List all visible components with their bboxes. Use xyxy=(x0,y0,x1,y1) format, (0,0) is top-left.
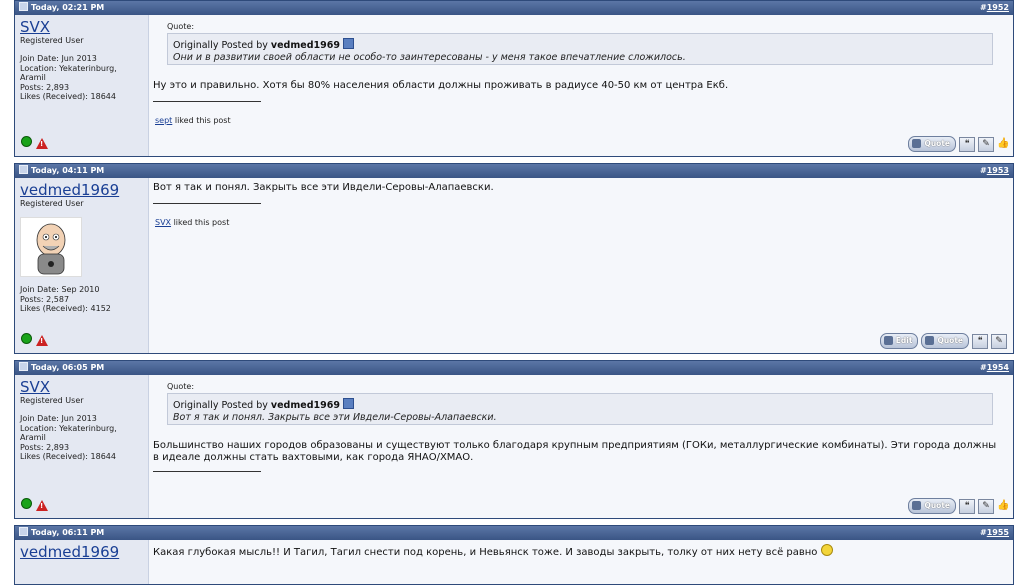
view-post-arrow-icon[interactable] xyxy=(342,38,354,49)
username-link[interactable]: SVX xyxy=(20,378,50,396)
liked-text: liked this post xyxy=(174,116,231,125)
quote-text: Вот я так и понял. Закрыть все эти Ивдел… xyxy=(173,412,497,423)
post-number: #1953 xyxy=(980,166,1009,175)
quote-prefix: Originally Posted by xyxy=(173,40,268,51)
post-permalink[interactable]: 1953 xyxy=(987,166,1009,175)
post-1953: Today, 04:11 PM #1953 vedmed1969 Registe… xyxy=(14,163,1014,354)
liked-user-link[interactable]: sept xyxy=(155,116,172,125)
post-message: Какая глубокая мысль!! И Тагил, Тагил сн… xyxy=(153,544,1001,559)
likes-received: Likes (Received): 18644 xyxy=(20,452,116,461)
user-info: SVX Registered User Join Date: Jun 2013 … xyxy=(15,375,149,518)
post-1954: Today, 06:05 PM #1954 SVX Registered Use… xyxy=(14,360,1014,519)
quick-reply-icon[interactable]: ✎ xyxy=(991,333,1007,349)
join-date: Join Date: Jun 2013 xyxy=(20,414,97,423)
join-date: Join Date: Jun 2013 xyxy=(20,54,97,63)
quote-button[interactable]: Quote xyxy=(921,333,969,349)
post-count: Posts: 2,893 xyxy=(20,82,70,92)
post-message: Вот я так и понял. Закрыть все эти Ивдел… xyxy=(153,182,494,193)
liked-user-link[interactable]: SVX xyxy=(155,218,171,227)
post-header: Today, 06:11 PM #1955 xyxy=(15,526,1013,540)
likes-received: Likes (Received): 4152 xyxy=(20,304,111,313)
user-title: Registered User xyxy=(20,36,84,45)
liked-line: SVX liked this post xyxy=(155,218,229,227)
quote-label: Quote: xyxy=(167,382,195,391)
online-status-icon xyxy=(21,333,32,344)
liked-text: liked this post xyxy=(173,218,230,227)
multi-quote-icon[interactable]: ❝ xyxy=(959,136,975,152)
post-actions: Edit Quote ❝ ✎ xyxy=(879,333,1007,349)
post-count: Posts: 2,587 xyxy=(20,294,70,304)
user-title: Registered User xyxy=(20,396,84,405)
quote-text: Они и в развитии своей области не особо-… xyxy=(173,52,686,63)
post-1952: Today, 02:21 PM #1952 SVX Registered Use… xyxy=(14,0,1014,157)
post-date: Today, 04:11 PM xyxy=(19,164,104,178)
quote-label: Quote: xyxy=(167,22,195,31)
quote-box: Originally Posted by vedmed1969 Вот я та… xyxy=(167,393,993,425)
report-post-icon[interactable] xyxy=(36,335,48,346)
signature-divider xyxy=(153,101,261,102)
post-header: Today, 06:05 PM #1954 xyxy=(15,361,1013,375)
post-date: Today, 06:05 PM xyxy=(19,361,104,375)
multi-quote-icon[interactable]: ❝ xyxy=(959,498,975,514)
post-permalink[interactable]: 1955 xyxy=(987,528,1009,537)
post-content: Quote: Originally Posted by vedmed1969 В… xyxy=(153,375,1009,518)
post-number: #1952 xyxy=(980,3,1009,12)
post-date: Today, 02:21 PM xyxy=(19,1,104,15)
post-permalink[interactable]: 1954 xyxy=(987,363,1009,372)
post-1955: Today, 06:11 PM #1955 vedmed1969 Какая г… xyxy=(14,525,1014,585)
post-content: Quote: Originally Posted by vedmed1969 О… xyxy=(153,15,1009,156)
like-thumb-icon[interactable]: 👍 xyxy=(997,500,1009,512)
smiley-icon xyxy=(820,544,833,556)
location: Location: Yekaterinburg, Aramil xyxy=(20,63,117,83)
user-stats: Join Date: Jun 2013 Location: Yekaterinb… xyxy=(20,54,140,102)
post-header: Today, 04:11 PM #1953 xyxy=(15,164,1013,178)
user-stats: Join Date: Sep 2010 Posts: 2,587 Likes (… xyxy=(20,285,140,314)
post-actions: Quote ❝ ✎ 👍 xyxy=(908,136,1009,152)
post-count: Posts: 2,893 xyxy=(20,442,70,452)
quote-box: Originally Posted by vedmed1969 Они и в … xyxy=(167,33,993,65)
quote-author: vedmed1969 xyxy=(270,400,340,411)
user-stats: Join Date: Jun 2013 Location: Yekaterinb… xyxy=(20,414,140,462)
avatar[interactable] xyxy=(20,217,82,277)
post-number: #1954 xyxy=(980,363,1009,372)
likes-received: Likes (Received): 18644 xyxy=(20,92,116,101)
username-link[interactable]: vedmed1969 xyxy=(20,181,119,199)
quick-reply-icon[interactable]: ✎ xyxy=(978,498,994,514)
post-message-text: Какая глубокая мысль!! И Тагил, Тагил сн… xyxy=(153,547,818,558)
post-date: Today, 06:11 PM xyxy=(19,526,104,540)
username-link[interactable]: SVX xyxy=(20,18,50,36)
signature-divider xyxy=(153,471,261,472)
user-info: SVX Registered User Join Date: Jun 2013 … xyxy=(15,15,149,156)
quick-reply-icon[interactable]: ✎ xyxy=(978,136,994,152)
report-post-icon[interactable] xyxy=(36,138,48,149)
view-post-arrow-icon[interactable] xyxy=(342,398,354,409)
like-thumb-icon[interactable]: 👍 xyxy=(997,138,1009,150)
post-content: Вот я так и понял. Закрыть все эти Ивдел… xyxy=(153,178,1007,353)
user-info: vedmed1969 Registered User Join Date: Se… xyxy=(15,178,149,353)
liked-line: sept liked this post xyxy=(155,116,231,125)
post-message: Ну это и правильно. Хотя бы 80% населени… xyxy=(153,80,729,91)
signature-divider xyxy=(153,203,261,204)
post-number: #1955 xyxy=(980,528,1009,537)
quote-button[interactable]: Quote xyxy=(908,498,956,514)
user-info: vedmed1969 xyxy=(15,540,149,584)
online-status-icon xyxy=(21,136,32,147)
report-post-icon[interactable] xyxy=(36,500,48,511)
post-header: Today, 02:21 PM #1952 xyxy=(15,1,1013,15)
post-actions: Quote ❝ ✎ 👍 xyxy=(908,498,1009,514)
avatar-image xyxy=(21,218,81,276)
post-content: Какая глубокая мысль!! И Тагил, Тагил сн… xyxy=(153,540,1007,584)
location: Location: Yekaterinburg, Aramil xyxy=(20,423,117,443)
post-permalink[interactable]: 1952 xyxy=(987,3,1009,12)
edit-button[interactable]: Edit xyxy=(879,333,919,349)
quote-author: vedmed1969 xyxy=(270,40,340,51)
post-message: Большинство наших городов образованы и с… xyxy=(153,440,997,463)
user-title: Registered User xyxy=(20,199,84,208)
quote-button[interactable]: Quote xyxy=(908,136,956,152)
online-status-icon xyxy=(21,498,32,509)
multi-quote-icon[interactable]: ❝ xyxy=(972,333,988,349)
quote-prefix: Originally Posted by xyxy=(173,400,268,411)
username-link[interactable]: vedmed1969 xyxy=(20,543,119,561)
join-date: Join Date: Sep 2010 xyxy=(20,285,100,294)
